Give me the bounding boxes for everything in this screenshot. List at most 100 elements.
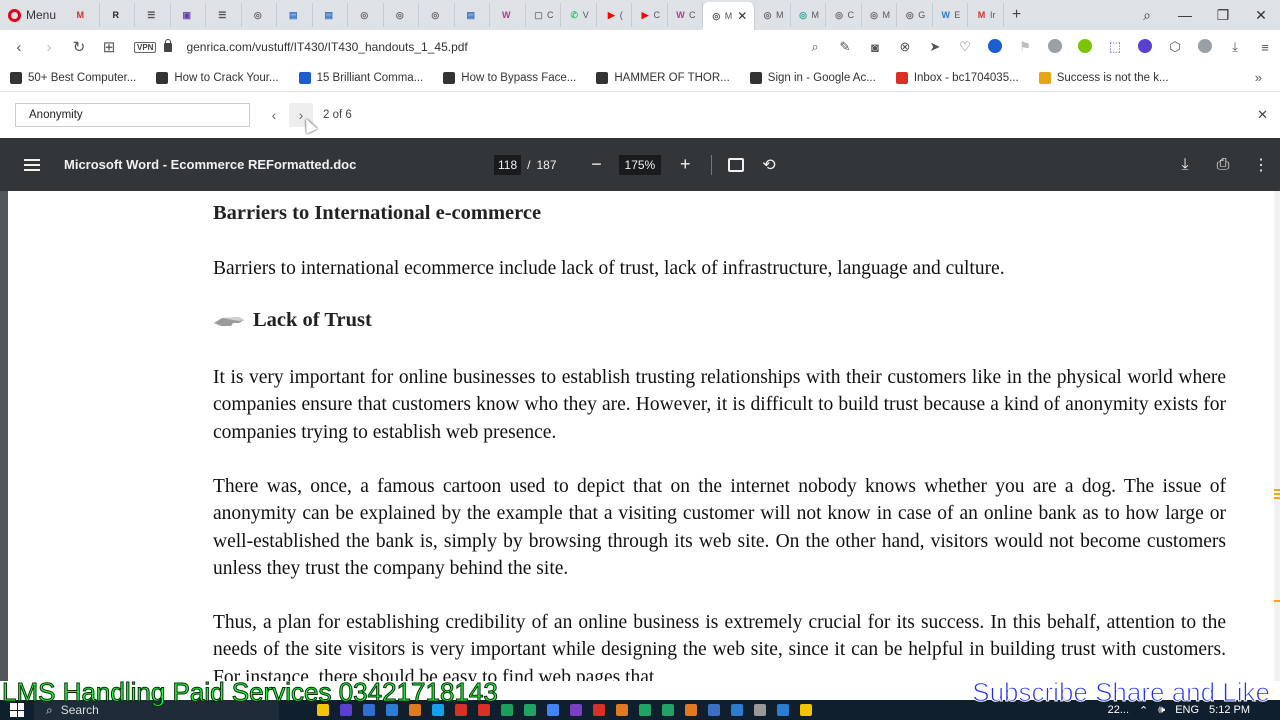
download-icon[interactable]: ⤓: [1220, 39, 1250, 55]
edit-icon[interactable]: ✎: [830, 39, 860, 55]
close-tab-icon[interactable]: ✕: [737, 9, 747, 23]
browser-tab[interactable]: ◎: [419, 3, 455, 27]
browser-tab[interactable]: ◎ M: [862, 3, 898, 27]
browser-tab[interactable]: ▤: [277, 3, 313, 27]
browser-tab[interactable]: W: [490, 3, 526, 27]
taskbar-app-icon[interactable]: [748, 703, 771, 717]
bookmark-item[interactable]: 15 Brilliant Comma...: [289, 71, 434, 84]
extension-purple-icon[interactable]: [1130, 38, 1160, 56]
find-previous-button[interactable]: ‹: [262, 103, 286, 127]
taskbar-app-icon[interactable]: [656, 703, 679, 717]
menu-label: Menu: [26, 8, 57, 22]
taskbar-app-icon[interactable]: [725, 703, 748, 717]
zoom-level-input[interactable]: 175%: [618, 154, 662, 175]
account-icon[interactable]: [1190, 38, 1220, 56]
bookmark-item[interactable]: How to Bypass Face...: [433, 71, 586, 84]
browser-tab[interactable]: WE: [933, 3, 969, 27]
browser-tab[interactable]: ◎ C: [826, 3, 862, 27]
browser-tab[interactable]: ▣: [171, 3, 207, 27]
tab-favicon-icon: ▢: [534, 9, 543, 20]
tab-grid-icon[interactable]: ⊞: [94, 38, 124, 56]
rotate-icon[interactable]: ⟲: [762, 155, 775, 175]
taskbar-app-icon[interactable]: [610, 703, 633, 717]
forward-arrow-icon[interactable]: ›: [34, 39, 64, 56]
find-input[interactable]: [15, 103, 250, 127]
lock-icon[interactable]: [164, 38, 173, 52]
taskbar-app-icon[interactable]: [679, 703, 702, 717]
bookmark-item[interactable]: HAMMER OF THOR...: [586, 71, 739, 84]
browser-tab[interactable]: ☰: [135, 3, 171, 27]
bookmark-label: Success is not the k...: [1056, 71, 1169, 84]
bookmark-item[interactable]: How to Crack Your...: [146, 71, 288, 84]
extension-crop-icon[interactable]: ⬚: [1100, 39, 1130, 55]
browser-tab[interactable]: M Ir: [968, 3, 1004, 27]
extension-flag-icon[interactable]: ⚑: [1010, 39, 1040, 55]
browser-tab[interactable]: WC: [668, 3, 704, 27]
browser-tab[interactable]: ▶ C: [632, 3, 668, 27]
fit-to-page-icon[interactable]: [728, 157, 745, 172]
easy-setup-icon[interactable]: ≡: [1250, 40, 1280, 55]
taskbar-app-icon[interactable]: [794, 703, 817, 717]
bookmark-item[interactable]: Sign in - Google Ac...: [740, 71, 886, 84]
page-number-input[interactable]: 118: [494, 154, 522, 175]
bookmark-item[interactable]: 50+ Best Computer...: [0, 71, 146, 84]
extension-blue-icon[interactable]: [980, 38, 1010, 56]
bookmark-item[interactable]: Success is not the k...: [1029, 71, 1179, 84]
url-field[interactable]: genrica.com/vustuff/IT430/IT430_handouts…: [186, 40, 766, 54]
browser-tab[interactable]: ◎: [242, 3, 278, 27]
taskbar-app-icon[interactable]: [564, 703, 587, 717]
taskbar-app-icon[interactable]: [541, 703, 564, 717]
extension-gray-icon[interactable]: [1040, 38, 1070, 56]
browser-tab[interactable]: ☰: [206, 3, 242, 27]
taskbar-app-icon[interactable]: [518, 703, 541, 717]
print-icon[interactable]: ⎙: [1204, 156, 1242, 174]
vpn-badge[interactable]: VPN: [134, 41, 157, 53]
bookmark-item[interactable]: Inbox - bc1704035...: [886, 71, 1029, 84]
block-icon[interactable]: ⊗: [890, 39, 920, 55]
camera-icon[interactable]: ◙: [860, 40, 890, 55]
taskbar-app-icon[interactable]: [771, 703, 794, 717]
taskbar-app-icon[interactable]: [633, 703, 656, 717]
extension-green-icon[interactable]: [1070, 38, 1100, 56]
more-options-icon[interactable]: ⋮: [1242, 155, 1280, 175]
find-close-button[interactable]: ✕: [1257, 107, 1268, 123]
extension-cube-icon[interactable]: ⬡: [1160, 39, 1190, 55]
close-window-button[interactable]: ✕: [1242, 7, 1280, 24]
minimize-button[interactable]: —: [1166, 7, 1204, 23]
tab-favicon-icon: ▶: [607, 9, 615, 20]
browser-tab[interactable]: M: [64, 3, 100, 27]
active-tab[interactable]: ◎ M ✕: [703, 2, 756, 30]
hamburger-menu-icon[interactable]: [24, 158, 40, 171]
back-arrow-icon[interactable]: ‹: [4, 39, 34, 56]
browser-tab[interactable]: ◎: [384, 3, 420, 27]
download-icon[interactable]: ⤓: [1166, 156, 1204, 174]
zoom-out-button[interactable]: −: [587, 154, 607, 175]
browser-tab[interactable]: ▶(: [597, 3, 633, 27]
browser-tab[interactable]: R: [100, 3, 136, 27]
taskbar-app-icon[interactable]: [495, 703, 518, 717]
scrollbar[interactable]: [1274, 191, 1280, 681]
bookmark-favicon-icon: [596, 71, 609, 84]
browser-tab[interactable]: ▤: [313, 3, 349, 27]
browser-tab[interactable]: ◎: [348, 3, 384, 27]
restore-button[interactable]: ❐: [1204, 7, 1242, 24]
taskbar-app-icon[interactable]: [702, 703, 725, 717]
more-bookmarks-icon[interactable]: »: [1255, 70, 1280, 85]
browser-tab[interactable]: ▤: [455, 3, 491, 27]
send-icon[interactable]: ➤: [920, 39, 950, 55]
new-tab-button[interactable]: +: [1004, 6, 1030, 24]
reload-icon[interactable]: ↻: [64, 38, 94, 56]
opera-logo-icon: [8, 8, 21, 22]
browser-tab[interactable]: ✆ V: [561, 3, 597, 27]
browser-tab[interactable]: ◎ M: [755, 3, 791, 27]
taskbar-app-icon[interactable]: [587, 703, 610, 717]
browser-tab[interactable]: ◎ M: [791, 3, 827, 27]
browser-tab[interactable]: ◎ G: [897, 3, 933, 27]
document-viewer[interactable]: Barriers to International e-commerce Bar…: [0, 191, 1280, 681]
zoom-search-icon[interactable]: ⌕: [800, 39, 830, 55]
browser-tab[interactable]: ▢ C: [526, 3, 562, 27]
opera-menu-button[interactable]: Menu: [0, 0, 64, 30]
search-tabs-icon[interactable]: ⌕: [1128, 7, 1166, 24]
zoom-in-button[interactable]: +: [675, 154, 695, 175]
heart-icon[interactable]: ♡: [950, 39, 980, 55]
